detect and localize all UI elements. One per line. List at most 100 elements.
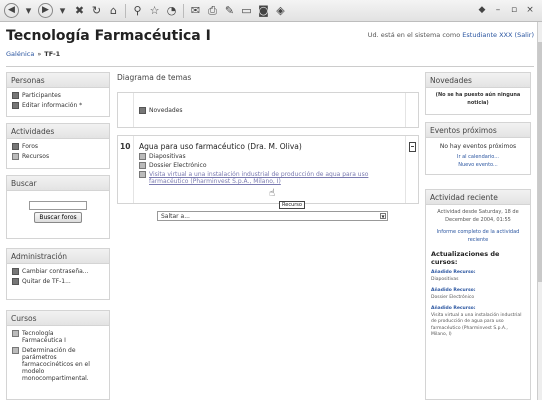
novedades-block: Novedades (No se ha puesto aún ninguna n… (425, 72, 531, 115)
breadcrumb-current: TF-1 (44, 50, 61, 58)
block-title: Novedades (426, 73, 530, 88)
cursos-block: Cursos Tecnología Farmacéutica I Determi… (6, 310, 110, 400)
browser-toolbar: ◀ ▾ ▶ ▾ ✖ ↻ ⌂ ⚲ ☆ ◔ ✉ ⎙ ✎ ▭ ◙ ◈ ◆ – ▫ × (0, 0, 542, 22)
chevron-down-icon[interactable]: ▼ (380, 213, 386, 219)
page-title: Tecnología Farmacéutica I (6, 28, 211, 44)
resource-link[interactable]: Dossier Electrónico (139, 162, 400, 169)
search-forums-button[interactable]: Buscar foros (34, 212, 82, 223)
eventos-block: Eventos próximos No hay eventos próximos… (425, 122, 531, 175)
center-title: Diagrama de temas (117, 73, 192, 82)
back-icon[interactable]: ◀ (4, 3, 19, 18)
actividades-block: Actividades Foros Recursos (6, 123, 110, 169)
highlight-marker-icon[interactable] (409, 142, 416, 152)
research-icon[interactable]: ◈ (273, 3, 288, 18)
breadcrumb: Galénica » TF-1 (6, 50, 60, 58)
restore-icon[interactable]: ▫ (508, 3, 520, 18)
login-prefix: Ud. está en el sistema como (367, 31, 463, 39)
separator (125, 3, 126, 18)
document-icon (139, 171, 146, 178)
favorites-icon[interactable]: ☆ (147, 3, 162, 18)
course-icon (12, 330, 19, 337)
updates-label: Actualizaciones de cursos: (431, 250, 500, 266)
actividad-block: Actividad reciente Actividad desde Satur… (425, 189, 531, 400)
scroll-thumb[interactable] (538, 42, 542, 282)
activity-entry: Añadido Recurso: Visita virtual a una ins… (431, 306, 522, 338)
refresh-icon[interactable]: ↻ (89, 3, 104, 18)
block-title: Actividad reciente (426, 190, 530, 205)
block-title: Administración (7, 249, 109, 264)
course-link[interactable]: Tecnología Farmacéutica I (12, 330, 104, 344)
resources-link[interactable]: Recursos (12, 153, 104, 160)
course-icon (12, 347, 19, 354)
news-forum-link[interactable]: Novedades (139, 107, 400, 114)
user-link[interactable]: Estudiante XXX (462, 31, 512, 39)
header-divider (6, 66, 534, 67)
forum-icon (12, 143, 19, 150)
login-info: Ud. está en el sistema como Estudiante X… (368, 31, 534, 39)
course-link[interactable]: Determinación de parámetros farmacocinét… (12, 347, 104, 382)
block-title: Cursos (7, 311, 109, 326)
full-report-link[interactable]: Informe completo de la actividad recient… (431, 229, 525, 244)
resource-link[interactable]: Diapositivas (139, 153, 400, 160)
close-icon[interactable]: × (524, 3, 536, 18)
block-title: Personas (7, 73, 109, 88)
search-icon[interactable]: ⚲ (130, 3, 145, 18)
separator (183, 3, 184, 18)
block-title: Buscar (7, 176, 109, 191)
block-title: Actividades (7, 124, 109, 139)
buscar-block: Buscar Buscar foros (6, 175, 110, 239)
page-scrollbar[interactable] (537, 22, 542, 400)
users-icon (12, 92, 19, 99)
dropdown-icon[interactable]: ▾ (21, 3, 36, 18)
jump-to-value: Saltar a... (161, 213, 190, 220)
section-number: 10 (120, 142, 131, 151)
tooltip: Recurso (279, 201, 305, 209)
discuss-icon[interactable]: ▭ (239, 3, 254, 18)
section-top: Novedades (117, 92, 419, 128)
edit-profile-link[interactable]: Editar información * (12, 102, 104, 109)
search-input[interactable] (29, 201, 87, 210)
print-icon[interactable]: ⎙ (205, 3, 220, 18)
page-header: Tecnología Farmacéutica I Ud. está en el… (6, 24, 534, 66)
breadcrumb-separator: » (37, 50, 42, 58)
forums-link[interactable]: Foros (12, 143, 104, 150)
window-controls: ◆ – ▫ × (476, 3, 536, 18)
virtual-visit-link[interactable]: Visita virtual a una instalación industr… (139, 171, 400, 185)
document-icon (139, 162, 146, 169)
section-title: Agua para uso farmacéutico (Dra. M. Oliv… (139, 142, 302, 151)
dropdown-icon[interactable]: ▾ (55, 3, 70, 18)
section-10: 10 Agua para uso farmacéutico (Dra. M. O… (117, 135, 419, 204)
breadcrumb-item[interactable]: Galénica (6, 50, 34, 58)
new-event-link[interactable]: Nuevo evento... (431, 162, 525, 170)
slides-icon (139, 153, 146, 160)
calendar-link[interactable]: Ir al calendario... (431, 154, 525, 162)
hand-cursor-icon: ☝ (269, 188, 276, 199)
activity-entry: Añadido Recurso: Diapositivas (431, 270, 476, 282)
stop-icon[interactable]: ✖ (72, 3, 87, 18)
forum-icon (139, 107, 146, 114)
activity-entry: Añadido Recurso: Dossier Electrónico (431, 288, 476, 300)
user-remove-icon (12, 278, 19, 285)
activity-since: Actividad desde Saturday, 18 de December… (437, 209, 519, 223)
no-events-text: No hay eventos próximos (439, 143, 517, 150)
forward-icon[interactable]: ▶ (38, 3, 53, 18)
key-icon (12, 268, 19, 275)
jump-to-select[interactable]: Saltar a... ▼ (157, 211, 388, 221)
edit-icon[interactable]: ✎ (222, 3, 237, 18)
mail-icon[interactable]: ✉ (188, 3, 203, 18)
change-password-link[interactable]: Cambiar contraseña... (12, 268, 104, 275)
minimize-icon[interactable]: – (492, 3, 504, 18)
windows-logo-icon: ◆ (478, 5, 486, 15)
messenger-icon[interactable]: ◙ (256, 3, 271, 18)
personas-block: Personas Participantes Editar informació… (6, 72, 110, 117)
block-title: Eventos próximos (426, 123, 530, 138)
resource-icon (12, 153, 19, 160)
home-icon[interactable]: ⌂ (106, 3, 121, 18)
participants-link[interactable]: Participantes (12, 92, 104, 99)
history-icon[interactable]: ◔ (164, 3, 179, 18)
no-news-text: (No se ha puesto aún ninguna noticia) (435, 92, 521, 106)
administracion-block: Administración Cambiar contraseña... Qui… (6, 248, 110, 300)
unenrol-link[interactable]: Quitar de TF-1... (12, 278, 104, 285)
logout-link[interactable]: (Salir) (515, 31, 534, 39)
edit-icon (12, 102, 19, 109)
